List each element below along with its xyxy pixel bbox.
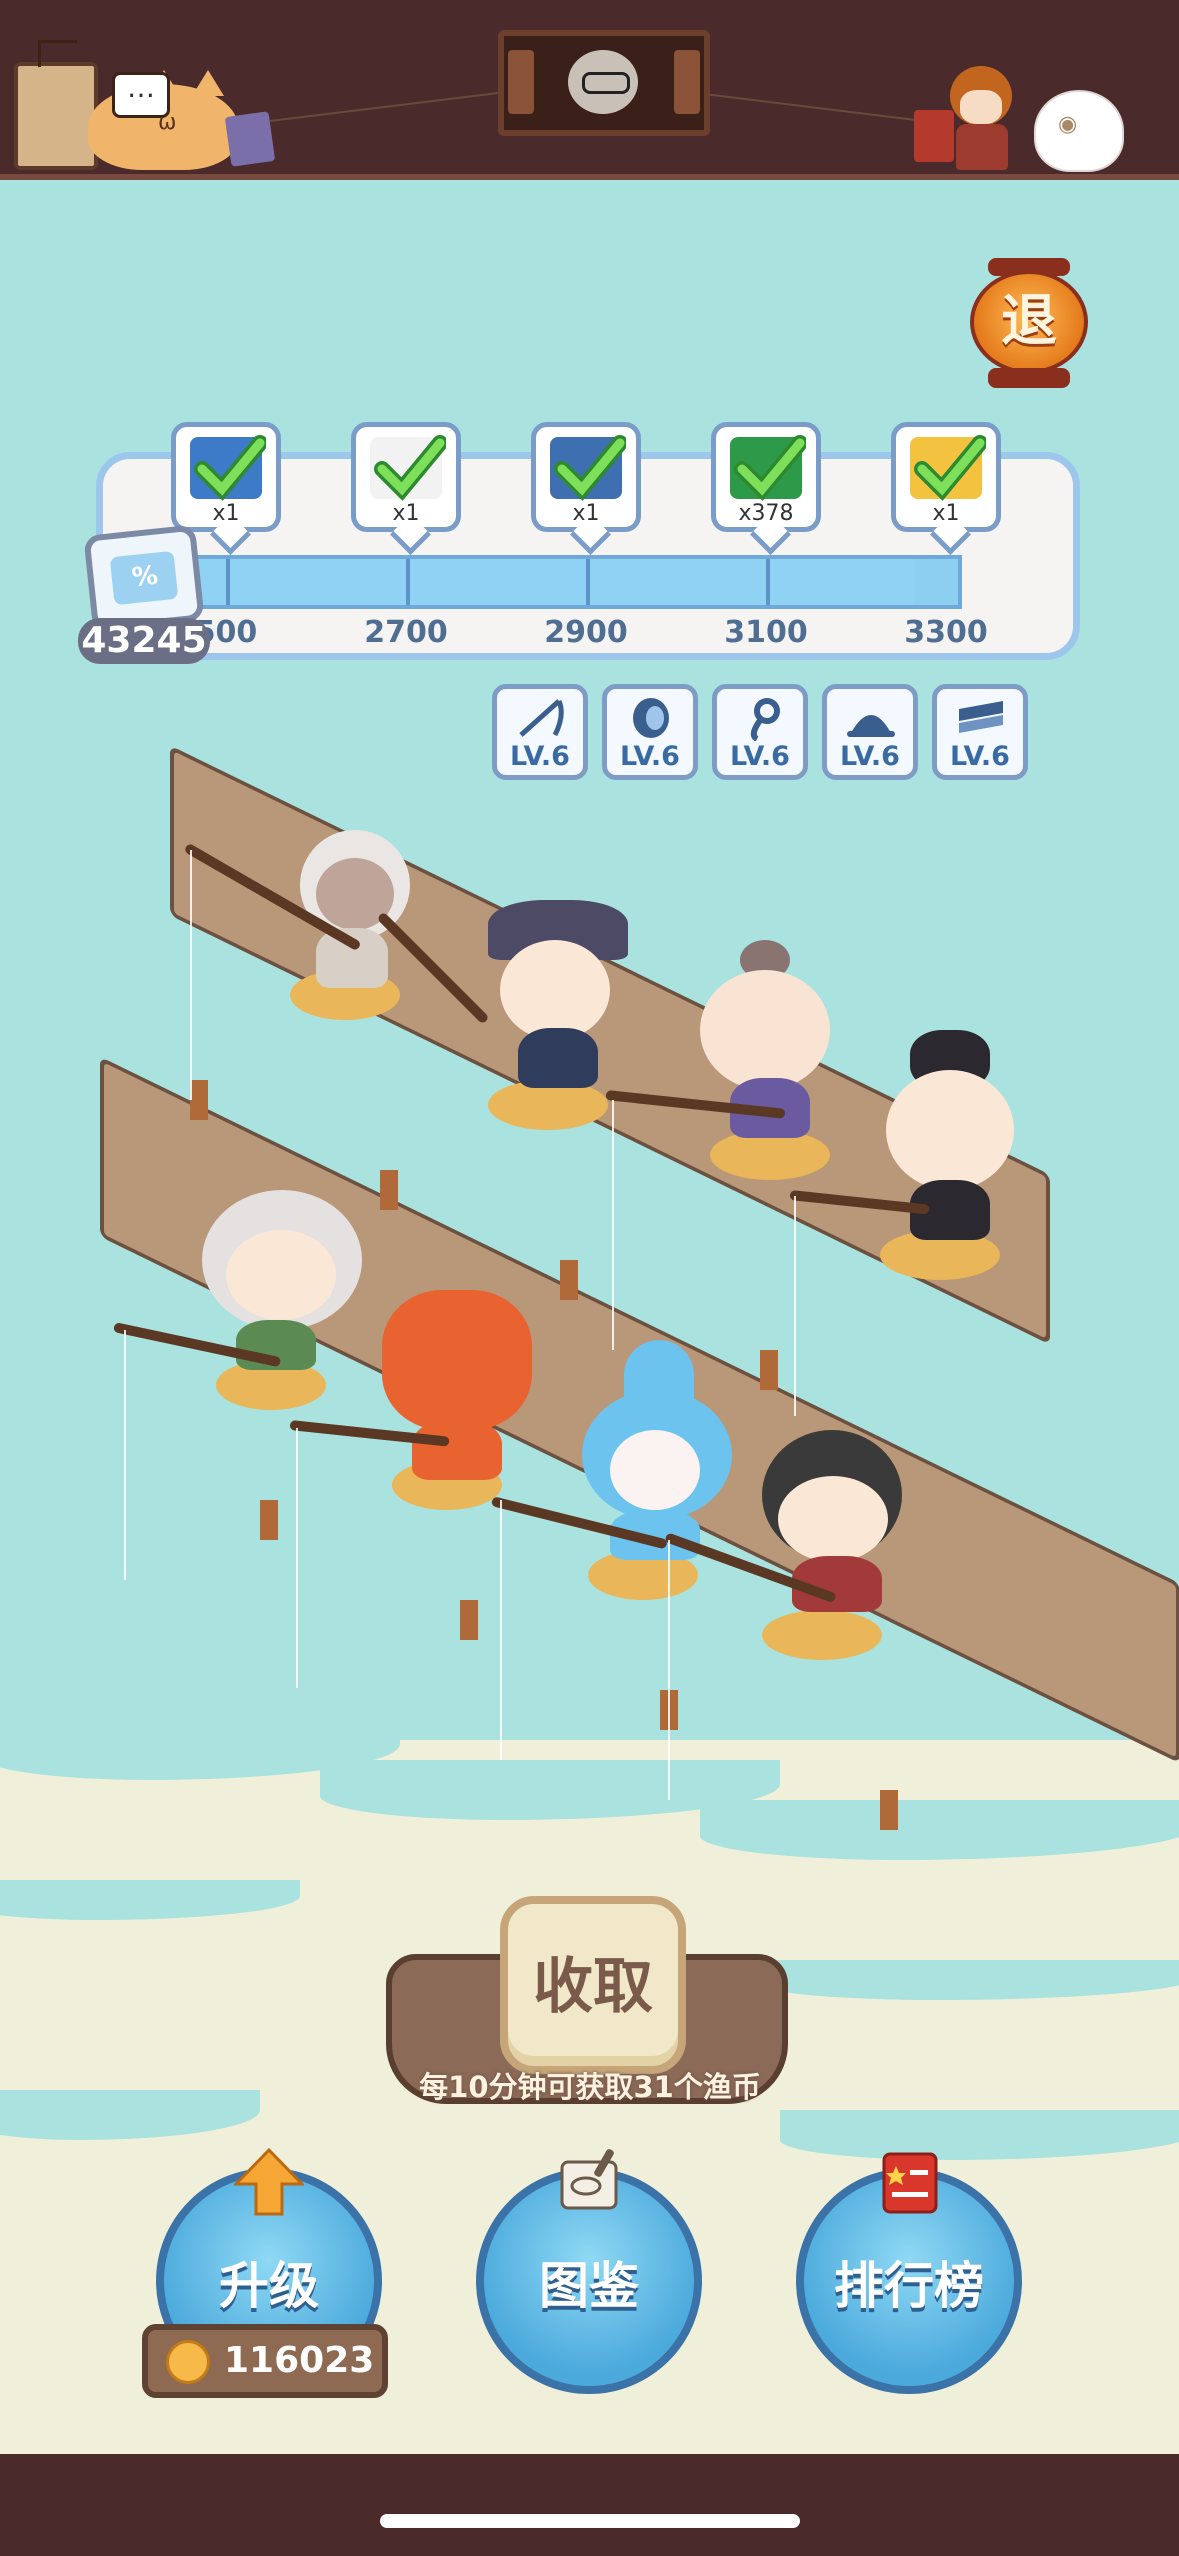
character-kid-bun[interactable]	[680, 940, 850, 1180]
bottom-bar	[0, 2454, 1179, 2556]
dock-icon	[959, 701, 1003, 733]
progress-tick	[586, 559, 590, 605]
dock-post	[260, 1500, 278, 1540]
equipment-level-badge[interactable]: LV.6	[822, 684, 918, 780]
reward-count: x1	[212, 501, 240, 526]
equipment-level-badge[interactable]: LV.6	[712, 684, 808, 780]
chat-bubble-icon[interactable]: …	[112, 72, 170, 118]
character-scholar[interactable]	[478, 900, 648, 1130]
progress-tick	[766, 559, 770, 605]
ranking-label: 排行榜	[834, 2257, 984, 2315]
milestone-label: 3300	[904, 615, 988, 650]
level-label: LV.6	[950, 741, 1010, 772]
level-label: LV.6	[620, 741, 680, 772]
character-white-hair-boy[interactable]	[196, 1170, 376, 1410]
character-red-ribbon-girl[interactable]	[752, 1420, 922, 1660]
exit-label: 退	[1001, 289, 1057, 354]
rope	[695, 92, 925, 123]
check-icon	[554, 435, 626, 501]
dock-post	[460, 1600, 478, 1640]
fishing-line	[124, 1330, 126, 1580]
paw-frame-icon	[14, 62, 98, 170]
dock-post	[380, 1170, 398, 1210]
white-cat-icon	[1034, 90, 1124, 172]
character-girl-bow[interactable]	[870, 1030, 1040, 1280]
dock-post	[880, 1790, 898, 1830]
fishing-line	[668, 1540, 670, 1800]
reward-count: x1	[572, 501, 600, 526]
collect-label: 收取	[533, 1952, 653, 2022]
check-icon	[374, 435, 446, 501]
milestone-reward[interactable]: x1	[891, 422, 1001, 532]
featured-pet-banner[interactable]	[498, 30, 710, 136]
upgrade-label: 升级	[219, 2257, 319, 2315]
equipment-level-badge[interactable]: LV.6	[932, 684, 1028, 780]
level-label: LV.6	[510, 741, 570, 772]
fish-scroll-icon	[560, 2149, 618, 2210]
progress-tick	[226, 559, 230, 605]
progress-track	[100, 555, 962, 609]
fishing-line	[190, 850, 192, 1100]
home-indicator[interactable]	[380, 2514, 800, 2528]
milestone-label: 2700	[364, 615, 448, 650]
progress-tick	[406, 559, 410, 605]
coin-balance: 116023	[142, 2324, 388, 2398]
check-icon	[734, 435, 806, 501]
hook-icon	[750, 698, 780, 741]
up-arrow-icon	[234, 2148, 304, 2216]
coin-icon	[166, 2340, 210, 2384]
milestone-label: 3100	[724, 615, 808, 650]
exit-button[interactable]: 退	[970, 258, 1088, 388]
check-icon	[194, 435, 266, 501]
ranking-button[interactable]: 排行榜	[796, 2152, 1022, 2394]
score-counter: 43245	[78, 618, 210, 664]
float-hat-icon	[847, 715, 895, 737]
top-bar: ω …	[0, 0, 1179, 180]
rope	[269, 91, 505, 122]
ticket-icon	[83, 524, 205, 632]
collect-hint: 每10分钟可获取31个渔币	[419, 2070, 761, 2104]
dock-post	[560, 1260, 578, 1300]
reel-icon	[633, 698, 669, 738]
milestone-reward[interactable]: x1	[351, 422, 461, 532]
dock-post	[190, 1080, 208, 1120]
glasses-pet-icon	[568, 50, 638, 114]
dock-post	[760, 1350, 778, 1390]
character-orange-cat[interactable]	[372, 1290, 542, 1510]
reward-count: x1	[932, 501, 960, 526]
reader-character-icon	[944, 66, 1014, 170]
milestone-reward[interactable]: x1	[171, 422, 281, 532]
milestone-reward[interactable]: x1	[531, 422, 641, 532]
milestone-label: 2900	[544, 615, 628, 650]
reward-count: x1	[392, 501, 420, 526]
equipment-level-badge[interactable]: LV.6	[492, 684, 588, 780]
guide-button[interactable]: 图鉴	[476, 2149, 702, 2394]
book-icon	[224, 111, 276, 167]
ranking-board-icon	[882, 2152, 938, 2214]
fishing-line	[296, 1428, 298, 1688]
collect-button[interactable]: 收取	[500, 1896, 686, 2074]
guide-label: 图鉴	[539, 2257, 639, 2315]
fishing-line	[794, 1196, 796, 1416]
milestone-reward[interactable]: x378	[711, 422, 821, 532]
check-icon	[914, 435, 986, 501]
fishing-rod-icon	[519, 699, 564, 737]
coin-value: 116023	[224, 2340, 375, 2381]
reward-count: x378	[738, 501, 794, 526]
fishing-line	[500, 1500, 502, 1760]
level-label: LV.6	[730, 741, 790, 772]
fishing-line	[612, 1100, 614, 1350]
equipment-level-badge[interactable]: LV.6	[602, 684, 698, 780]
level-label: LV.6	[840, 741, 900, 772]
